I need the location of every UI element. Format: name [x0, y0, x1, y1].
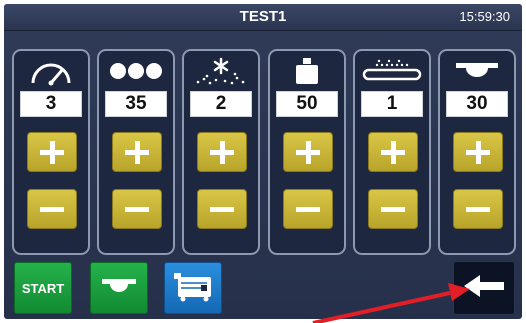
- weight-panel: 50: [268, 49, 346, 255]
- balls-value: 35: [105, 91, 167, 117]
- roller-value: 30: [446, 91, 508, 117]
- weight-icon: [270, 55, 344, 87]
- back-button[interactable]: [453, 261, 515, 315]
- balls-decrease-button[interactable]: [112, 189, 162, 229]
- conveyor-value: 1: [361, 91, 423, 117]
- weight-decrease-button[interactable]: [283, 189, 333, 229]
- roller-increase-button[interactable]: [453, 132, 503, 172]
- roller-belt-icon: [99, 274, 139, 303]
- conveyor-decrease-button[interactable]: [368, 189, 418, 229]
- speed-panel: 3: [12, 49, 90, 255]
- weight-value: 50: [276, 91, 338, 117]
- conveyor-panel: 1: [353, 49, 431, 255]
- machine-button[interactable]: [164, 262, 222, 314]
- roller-belt-icon: [440, 55, 514, 87]
- spray-panel: 2: [182, 49, 260, 255]
- machine-control-screen: TEST1 15:59:30 3 35 2 50 1 30 START: [4, 4, 522, 319]
- speed-value: 3: [20, 91, 82, 117]
- speed-increase-button[interactable]: [27, 132, 77, 172]
- weight-increase-button[interactable]: [283, 132, 333, 172]
- roller-decrease-button[interactable]: [453, 189, 503, 229]
- spray-increase-button[interactable]: [197, 132, 247, 172]
- spray-value: 2: [190, 91, 252, 117]
- conveyor-increase-button[interactable]: [368, 132, 418, 172]
- back-arrow-icon: [461, 273, 507, 304]
- title-bar: TEST1 15:59:30: [4, 4, 522, 31]
- balls-panel: 35: [97, 49, 175, 255]
- roller-panel: 30: [438, 49, 516, 255]
- balls-icon: [99, 55, 173, 87]
- machine-icon: [171, 269, 215, 308]
- roller-belt-button[interactable]: [90, 262, 148, 314]
- clock: 15:59:30: [459, 9, 510, 24]
- speed-decrease-button[interactable]: [27, 189, 77, 229]
- balls-increase-button[interactable]: [112, 132, 162, 172]
- conveyor-belt-icon: [355, 55, 429, 87]
- speed-gauge-icon: [14, 55, 88, 87]
- spray-icon: [184, 55, 258, 87]
- spray-decrease-button[interactable]: [197, 189, 247, 229]
- page-title: TEST1: [239, 8, 287, 25]
- start-button[interactable]: START: [14, 262, 72, 314]
